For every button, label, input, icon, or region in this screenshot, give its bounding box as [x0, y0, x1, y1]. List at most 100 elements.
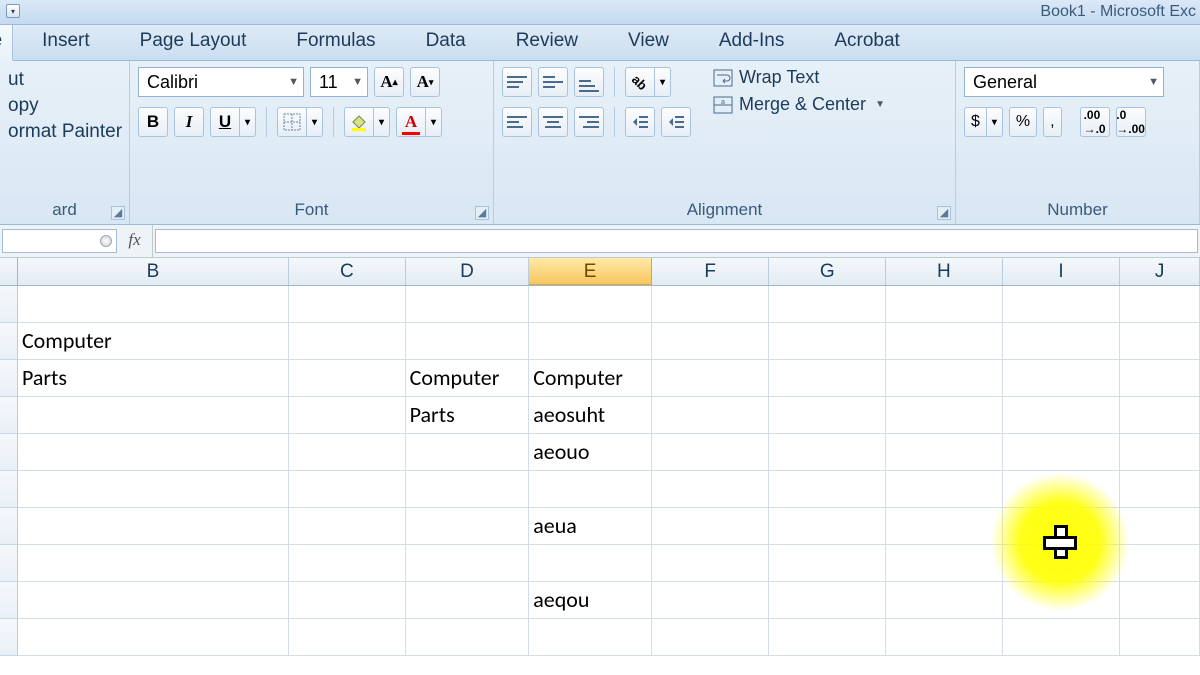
cell[interactable]: [652, 397, 770, 434]
cell-E5[interactable]: aeouo: [529, 434, 652, 471]
cell[interactable]: [18, 545, 289, 582]
select-all-corner[interactable]: [0, 258, 18, 285]
col-header-G[interactable]: G: [769, 258, 886, 285]
percent-button[interactable]: %: [1009, 107, 1037, 137]
cell[interactable]: [1120, 508, 1200, 545]
cell[interactable]: [529, 619, 652, 656]
cell[interactable]: [769, 434, 886, 471]
format-painter-button[interactable]: ormat Painter: [8, 119, 121, 145]
alignment-launcher-icon[interactable]: ◢: [937, 206, 951, 220]
underline-button[interactable]: U: [210, 107, 240, 137]
cell[interactable]: [289, 360, 406, 397]
cell[interactable]: [769, 508, 886, 545]
increase-indent-button[interactable]: [661, 107, 691, 137]
cell[interactable]: [406, 323, 530, 360]
align-left-button[interactable]: [502, 107, 532, 137]
tab-addins[interactable]: Add-Ins: [698, 22, 805, 60]
col-header-E[interactable]: E: [529, 258, 652, 285]
cell[interactable]: [1120, 471, 1200, 508]
align-middle-button[interactable]: [538, 67, 568, 97]
cell[interactable]: [1003, 471, 1121, 508]
cell[interactable]: [1120, 582, 1200, 619]
cell[interactable]: [769, 471, 886, 508]
merge-center-button[interactable]: a Merge & Center▼: [713, 94, 885, 115]
cut-button[interactable]: ut: [8, 67, 121, 93]
tab-acrobat[interactable]: Acrobat: [813, 22, 920, 60]
tab-formulas[interactable]: Formulas: [275, 22, 396, 60]
underline-dropdown[interactable]: ▾: [240, 107, 256, 137]
cell[interactable]: [886, 582, 1003, 619]
cell[interactable]: [406, 508, 530, 545]
col-header-C[interactable]: C: [289, 258, 406, 285]
cell[interactable]: [769, 286, 886, 323]
cell[interactable]: [769, 360, 886, 397]
cell[interactable]: [1120, 545, 1200, 582]
cell[interactable]: [886, 360, 1003, 397]
cell[interactable]: [1003, 508, 1121, 545]
name-box-dropdown-icon[interactable]: [100, 235, 112, 247]
align-right-button[interactable]: [574, 107, 604, 137]
cell[interactable]: [406, 582, 530, 619]
decrease-decimal-button[interactable]: .0→.00: [1116, 107, 1146, 137]
fx-icon[interactable]: fx: [117, 225, 153, 257]
cell[interactable]: [1003, 323, 1121, 360]
cell[interactable]: [289, 397, 406, 434]
spreadsheet-grid[interactable]: B C D E F G H I J Computer PartsComputer…: [0, 258, 1200, 656]
cell[interactable]: [1003, 434, 1121, 471]
number-format-combo[interactable]: General▼: [964, 67, 1164, 97]
cell[interactable]: [769, 545, 886, 582]
cell[interactable]: [406, 545, 530, 582]
cell[interactable]: [529, 323, 652, 360]
align-top-button[interactable]: [502, 67, 532, 97]
cell[interactable]: [18, 471, 289, 508]
cell[interactable]: [769, 323, 886, 360]
fill-color-button[interactable]: [344, 107, 374, 137]
decrease-indent-button[interactable]: [625, 107, 655, 137]
cell[interactable]: [769, 582, 886, 619]
cell-B3[interactable]: Parts: [18, 360, 289, 397]
cell[interactable]: [289, 286, 406, 323]
cell[interactable]: [652, 323, 770, 360]
cell[interactable]: [289, 582, 406, 619]
col-header-B[interactable]: B: [18, 258, 289, 285]
cell[interactable]: [886, 323, 1003, 360]
cell[interactable]: [886, 286, 1003, 323]
cell[interactable]: [289, 545, 406, 582]
italic-button[interactable]: I: [174, 107, 204, 137]
wrap-text-button[interactable]: Wrap Text: [713, 67, 885, 88]
borders-dropdown[interactable]: ▾: [307, 107, 323, 137]
cell[interactable]: [1003, 619, 1121, 656]
formula-bar[interactable]: [155, 229, 1198, 253]
cell[interactable]: [18, 397, 289, 434]
currency-button[interactable]: $: [964, 107, 987, 137]
cell-D3[interactable]: Computer: [406, 360, 530, 397]
cell[interactable]: [406, 471, 530, 508]
cell[interactable]: [886, 397, 1003, 434]
cell-D4[interactable]: Parts: [406, 397, 530, 434]
font-size-combo[interactable]: 11▼: [310, 67, 368, 97]
cell[interactable]: [1120, 397, 1200, 434]
cell[interactable]: [1120, 323, 1200, 360]
align-bottom-button[interactable]: [574, 67, 604, 97]
cell[interactable]: [18, 286, 289, 323]
orientation-dropdown[interactable]: ▾: [655, 67, 671, 97]
cell[interactable]: [529, 545, 652, 582]
col-header-J[interactable]: J: [1120, 258, 1200, 285]
tab-review[interactable]: Review: [495, 22, 599, 60]
cell-E7[interactable]: aeua: [529, 508, 652, 545]
cell-E3[interactable]: Computer: [529, 360, 652, 397]
cell[interactable]: [1003, 397, 1121, 434]
clipboard-launcher-icon[interactable]: ◢: [111, 206, 125, 220]
cell[interactable]: [652, 434, 770, 471]
cell[interactable]: [652, 545, 770, 582]
cell[interactable]: [529, 471, 652, 508]
tab-insert[interactable]: Insert: [21, 22, 111, 60]
cell[interactable]: [652, 360, 770, 397]
cell[interactable]: [1120, 286, 1200, 323]
increase-decimal-button[interactable]: .00→.0: [1080, 107, 1110, 137]
qat-customize-icon[interactable]: ▾: [6, 4, 20, 18]
col-header-F[interactable]: F: [652, 258, 770, 285]
col-header-D[interactable]: D: [406, 258, 530, 285]
cell[interactable]: [769, 619, 886, 656]
orientation-button[interactable]: ab: [625, 67, 655, 97]
